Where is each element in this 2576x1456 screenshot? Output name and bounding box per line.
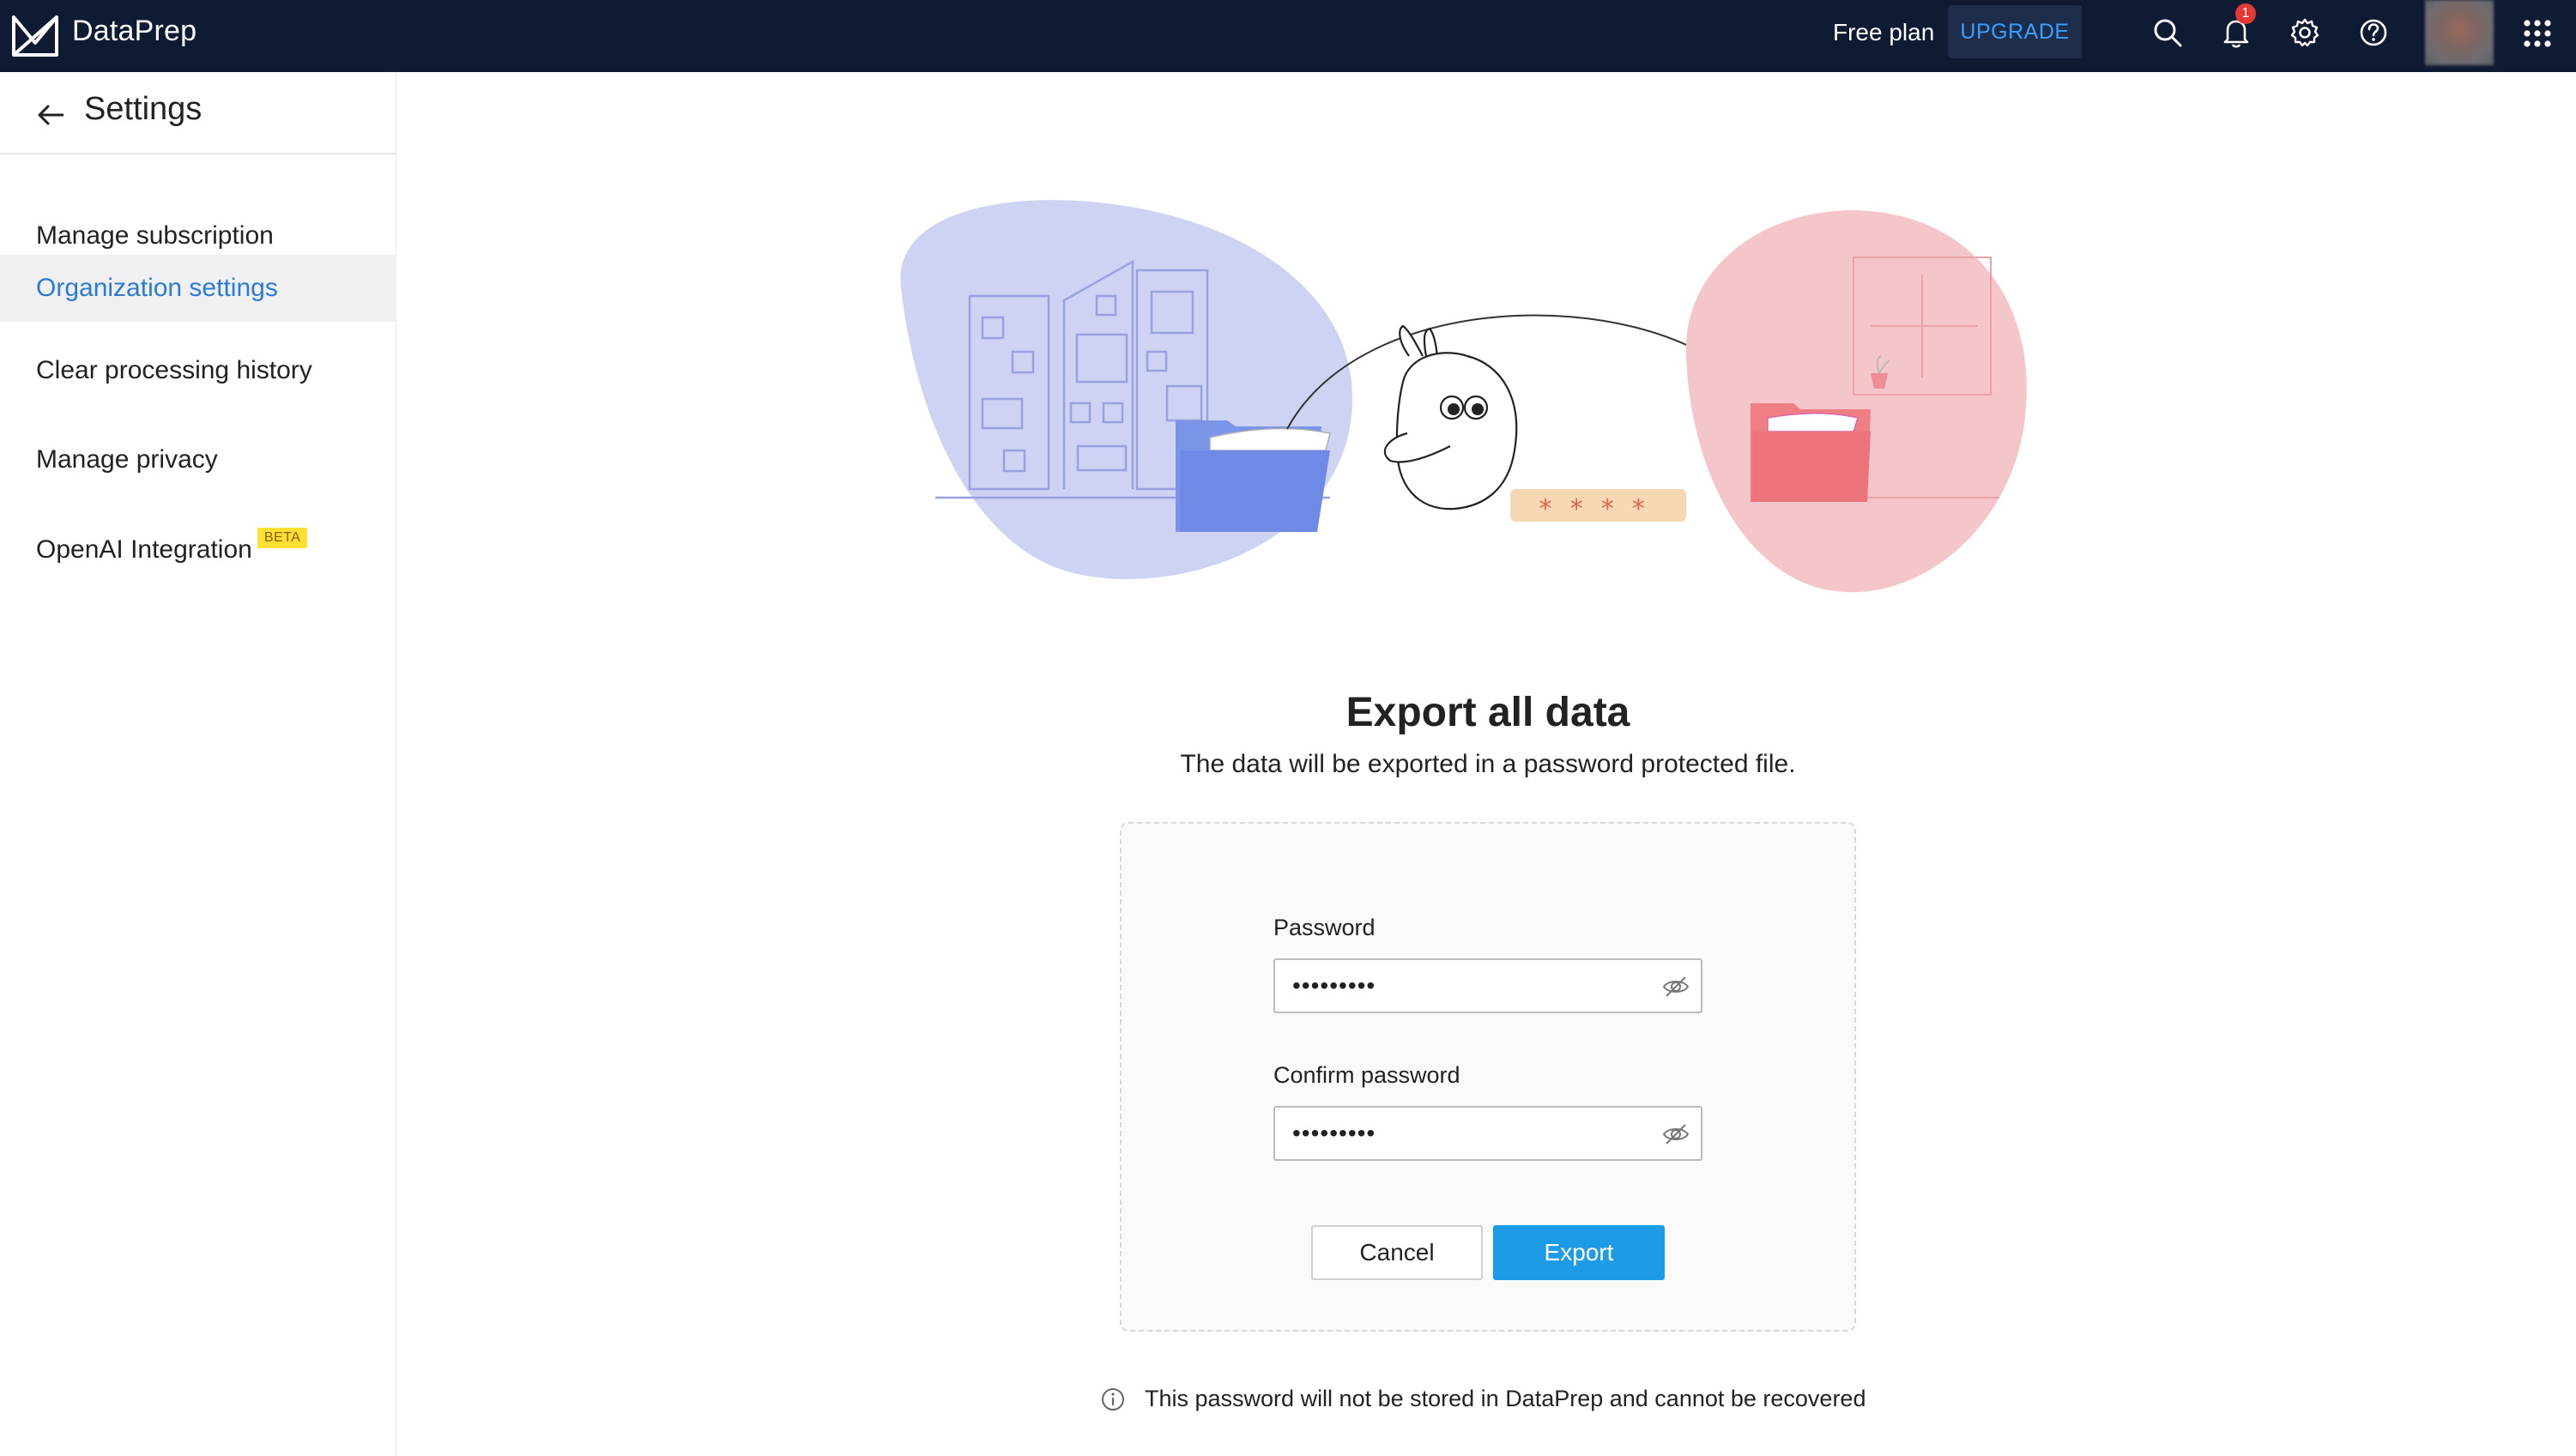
top-navbar: DataPrep Free plan UPGRADE 1 xyxy=(0,0,2576,72)
sidebar-item-openai-integration[interactable]: OpenAI Integration BETA xyxy=(0,517,396,583)
confirm-password-field[interactable]: ••••••••• xyxy=(1273,1106,1702,1161)
avatar[interactable] xyxy=(2425,0,2494,65)
beta-badge: BETA xyxy=(257,528,308,548)
password-note: This password will not be stored in Data… xyxy=(1100,1386,1865,1412)
sidebar-item-label: Manage subscription xyxy=(36,221,274,250)
export-data-illustration: * * * * xyxy=(900,200,2027,593)
sidebar-item-label: Organization settings xyxy=(36,274,278,302)
cancel-button[interactable]: Cancel xyxy=(1311,1225,1483,1280)
page-subtitle: The data will be exported in a password … xyxy=(1180,750,1796,778)
export-form-card xyxy=(1120,822,1856,1332)
sidebar-item-label: Clear processing history xyxy=(36,356,312,384)
confirm-password-label: Confirm password xyxy=(1273,1062,1460,1088)
sidebar-item-label: Manage privacy xyxy=(36,445,218,474)
sidebar-item-manage-privacy[interactable]: Manage privacy xyxy=(0,426,396,493)
password-field[interactable]: ••••••••• xyxy=(1273,958,1702,1013)
sidebar-item-clear-processing-history[interactable]: Clear processing history xyxy=(0,337,396,404)
page-title: Export all data xyxy=(1345,690,1630,735)
notification-badge: 1 xyxy=(2235,3,2256,24)
password-value: ••••••••• xyxy=(1292,972,1376,999)
dataprep-logo-icon[interactable] xyxy=(10,10,60,60)
plan-label: Free plan xyxy=(1833,19,1935,45)
info-icon xyxy=(1102,1387,1124,1411)
password-label: Password xyxy=(1273,915,1376,940)
apps-grid-icon[interactable] xyxy=(2523,19,2552,48)
back-arrow-icon[interactable] xyxy=(34,98,69,132)
upgrade-button[interactable]: UPGRADE xyxy=(1948,5,2082,58)
sidebar-item-organization-settings[interactable]: Organization settings xyxy=(0,255,396,322)
password-note-text: This password will not be stored in Data… xyxy=(1145,1386,1866,1411)
eye-slash-icon[interactable] xyxy=(1661,1121,1690,1147)
help-icon[interactable] xyxy=(2356,15,2391,50)
sidebar-item-label: OpenAI Integration xyxy=(36,535,252,564)
brand-name[interactable]: DataPrep xyxy=(72,15,197,48)
confirm-password-value: ••••••••• xyxy=(1292,1120,1376,1146)
gear-icon[interactable] xyxy=(2288,15,2322,50)
sidebar-title: Settings xyxy=(84,91,203,127)
settings-sidebar: Settings Manage subscription Organizatio… xyxy=(0,72,396,1456)
sidebar-header: Settings xyxy=(0,72,396,154)
eye-slash-icon[interactable] xyxy=(1661,974,1690,1000)
search-icon[interactable] xyxy=(2150,15,2185,50)
export-button[interactable]: Export xyxy=(1493,1225,1665,1280)
illustration-mask-text: * * * * xyxy=(1538,494,1646,524)
